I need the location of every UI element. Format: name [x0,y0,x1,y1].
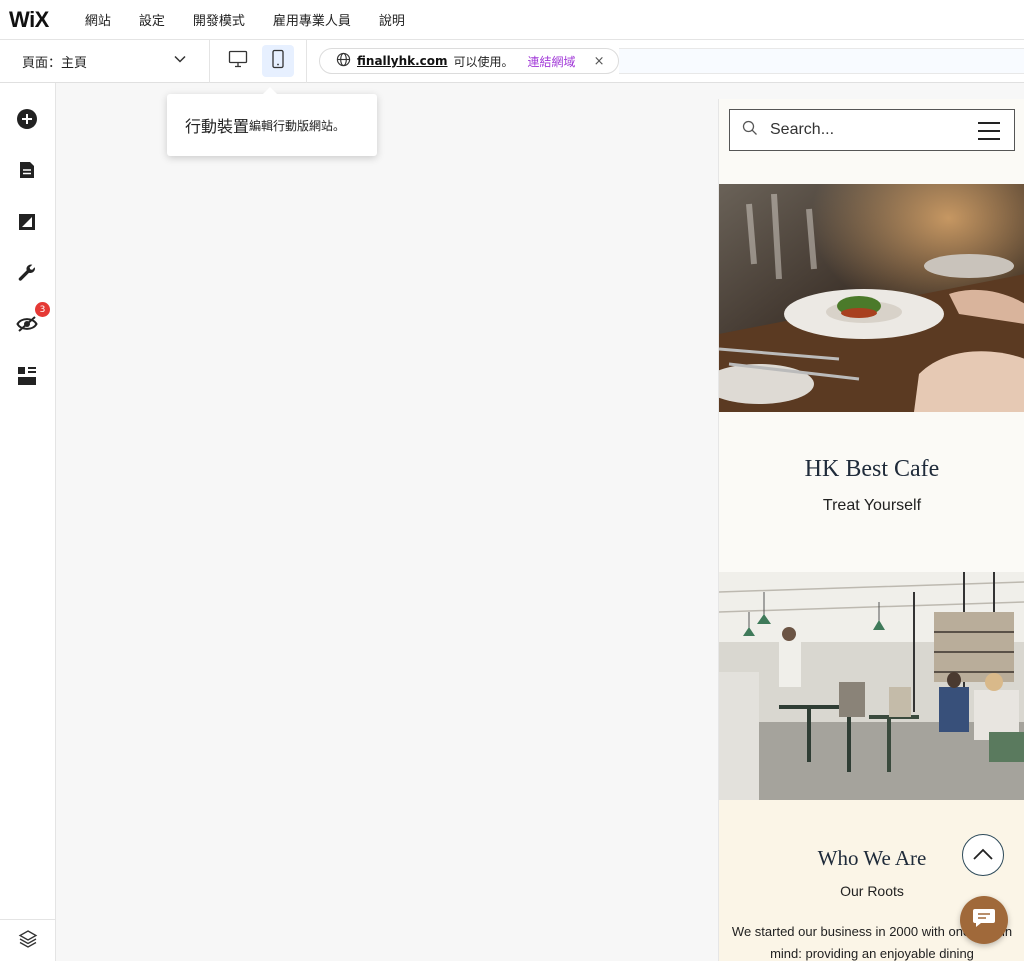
pages-icon [18,160,36,184]
menu-help[interactable]: 說明 [379,10,405,29]
domain-banner-extension [619,48,1024,74]
chevron-up-icon [972,846,994,865]
plus-icon [16,108,38,134]
search-icon [742,120,758,140]
page-select-value: 主頁 [61,55,88,71]
menu-site[interactable]: 網站 [85,10,111,29]
globe-icon [336,52,351,70]
chevron-down-icon [173,52,187,70]
menu-hire-pro[interactable]: 雇用專業人員 [273,10,351,29]
hero-text-section: HK Best Cafe Treat Yourself [719,412,1024,572]
site-tagline: Treat Yourself [822,497,922,514]
desktop-view-button[interactable] [222,45,254,77]
device-switcher [210,39,307,83]
settings-tools-button[interactable] [16,264,38,286]
menu-settings[interactable]: 設定 [139,10,165,29]
site-title: HK Best Cafe [804,456,940,482]
layers-button[interactable] [0,919,56,961]
hidden-count-badge: 3 [35,302,50,317]
left-sidebar: 3 [0,83,56,961]
back-to-top-button[interactable] [962,834,1004,876]
pages-button[interactable] [16,161,38,183]
domain-status: 可以使用。 [453,54,514,69]
close-banner-button[interactable]: × [594,54,605,69]
hidden-elements-button[interactable] [16,315,38,337]
tooltip-description: 編輯行動版網站。 [249,118,346,133]
menu-dev-mode[interactable]: 開發模式 [193,10,245,29]
wix-logo[interactable]: WiX [9,7,49,33]
hidden-icon [16,315,38,337]
apps-button[interactable] [16,367,38,389]
mobile-icon [271,49,285,73]
chat-icon [972,907,996,933]
domain-name-link[interactable]: finallyhk.com [357,54,448,68]
mobile-site-preview[interactable]: Search... HK Best Cafe Treat Yourself Wh… [718,99,1024,961]
mobile-view-button[interactable] [262,45,294,77]
top-menu-bar: WiX 網站 設定 開發模式 雇用專業人員 說明 [0,0,1024,40]
tooltip-title: 行動裝置 [185,117,250,136]
wrench-icon [17,263,37,287]
design-icon [18,213,36,235]
page-select-text: 頁面：主頁 [22,52,87,71]
add-elements-button[interactable] [16,108,38,134]
search-placeholder: Search... [770,121,835,138]
layers-icon [18,929,38,953]
design-button[interactable] [16,213,38,235]
page-select-label: 頁面： [22,55,62,71]
chat-button[interactable] [960,896,1008,944]
connect-domain-link[interactable]: 連結網域 [528,53,576,70]
menu-icon[interactable] [978,122,1000,140]
cafe-interior-image [719,572,1024,800]
apps-icon [17,366,37,390]
site-search-bar[interactable]: Search... [729,109,1015,151]
desktop-icon [228,50,248,72]
domain-banner: finallyhk.com 可以使用。 連結網域 × [319,48,620,74]
page-select-dropdown[interactable]: 頁面：主頁 [0,39,210,83]
mobile-view-tooltip: 行動裝置 編輯行動版網站。 [167,87,377,156]
editor-toolbar: 頁面：主頁 finallyhk.com 可以使用。 連結網域 × [0,39,1024,83]
hero-dining-image [719,184,1024,412]
